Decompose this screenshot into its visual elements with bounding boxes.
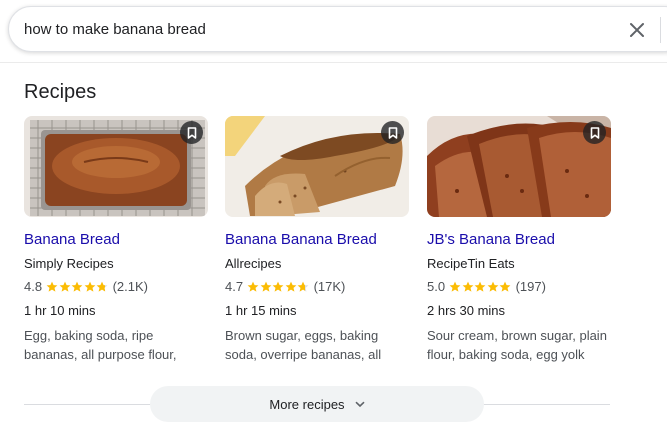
star-rating — [46, 281, 109, 293]
star-icon — [297, 281, 309, 292]
recipe-thumbnail[interactable] — [24, 116, 208, 217]
rating-value: 4.8 — [24, 279, 43, 294]
recipe-thumbnail[interactable] — [427, 116, 611, 217]
recipe-title-link[interactable]: Banana Banana Bread — [225, 231, 377, 248]
star-icon — [449, 281, 461, 292]
recipe-title-link[interactable]: Banana Bread — [24, 231, 120, 248]
close-icon — [630, 23, 644, 37]
rating-value: 5.0 — [427, 279, 446, 294]
bookmark-icon — [590, 126, 599, 139]
recipe-source: RecipeTin Eats — [427, 256, 515, 271]
star-rating — [449, 281, 512, 293]
save-recipe-button[interactable] — [180, 121, 203, 144]
star-icon — [462, 281, 473, 292]
star-icon — [247, 281, 259, 292]
save-recipe-button[interactable] — [583, 121, 606, 144]
cook-time: 1 hr 10 mins — [24, 303, 96, 318]
star-icon — [499, 281, 511, 292]
more-recipes-label: More recipes — [269, 396, 345, 412]
header-divider — [0, 62, 667, 63]
rating-row: 4.8 (2.1K) — [24, 279, 148, 294]
star-icon — [285, 281, 296, 292]
star-icon — [46, 281, 58, 292]
star-icon — [96, 281, 108, 292]
review-count: (2.1K) — [112, 279, 148, 294]
ingredients-list: Egg, baking soda, ripe bananas, all purp… — [24, 328, 177, 362]
review-count: (197) — [515, 279, 546, 294]
recipe-card[interactable]: Banana Banana Bread Allrecipes 4.7 (17K)… — [225, 116, 409, 366]
star-icon — [487, 281, 498, 292]
recipe-title-link[interactable]: JB's Banana Bread — [427, 231, 555, 248]
star-icon — [474, 281, 486, 292]
ingredients-list: Sour cream, brown sugar, plain flour, ba… — [427, 328, 607, 362]
cook-time: 2 hrs 30 mins — [427, 303, 506, 318]
star-icon — [71, 281, 83, 292]
recipe-thumbnail[interactable] — [225, 116, 409, 217]
cook-time: 1 hr 15 mins — [225, 303, 297, 318]
clear-search-button[interactable] — [624, 18, 650, 42]
star-rating — [247, 281, 310, 293]
bookmark-icon — [187, 126, 196, 139]
star-icon — [59, 281, 70, 292]
chevron-down-icon — [355, 401, 365, 408]
recipe-card[interactable]: Banana Bread Simply Recipes 4.8 (2.1K) 1… — [24, 116, 208, 366]
more-recipes-button[interactable]: More recipes — [150, 386, 484, 422]
recipe-source: Simply Recipes — [24, 256, 114, 271]
star-icon — [272, 281, 284, 292]
search-bar-divider — [660, 17, 661, 43]
section-title: Recipes — [24, 81, 97, 103]
save-recipe-button[interactable] — [381, 121, 404, 144]
star-icon — [84, 281, 95, 292]
review-count: (17K) — [313, 279, 346, 294]
rating-value: 4.7 — [225, 279, 244, 294]
ingredients-list: Brown sugar, eggs, baking soda, overripe… — [225, 328, 382, 362]
recipe-source: Allrecipes — [225, 256, 282, 271]
rating-row: 4.7 (17K) — [225, 279, 345, 294]
bookmark-icon — [388, 126, 397, 139]
search-bar[interactable]: how to make banana bread — [8, 6, 667, 52]
star-icon — [260, 281, 271, 292]
rating-row: 5.0 (197) — [427, 279, 546, 294]
recipe-card[interactable]: JB's Banana Bread RecipeTin Eats 5.0 (19… — [427, 116, 611, 366]
search-input[interactable]: how to make banana bread — [24, 21, 206, 38]
